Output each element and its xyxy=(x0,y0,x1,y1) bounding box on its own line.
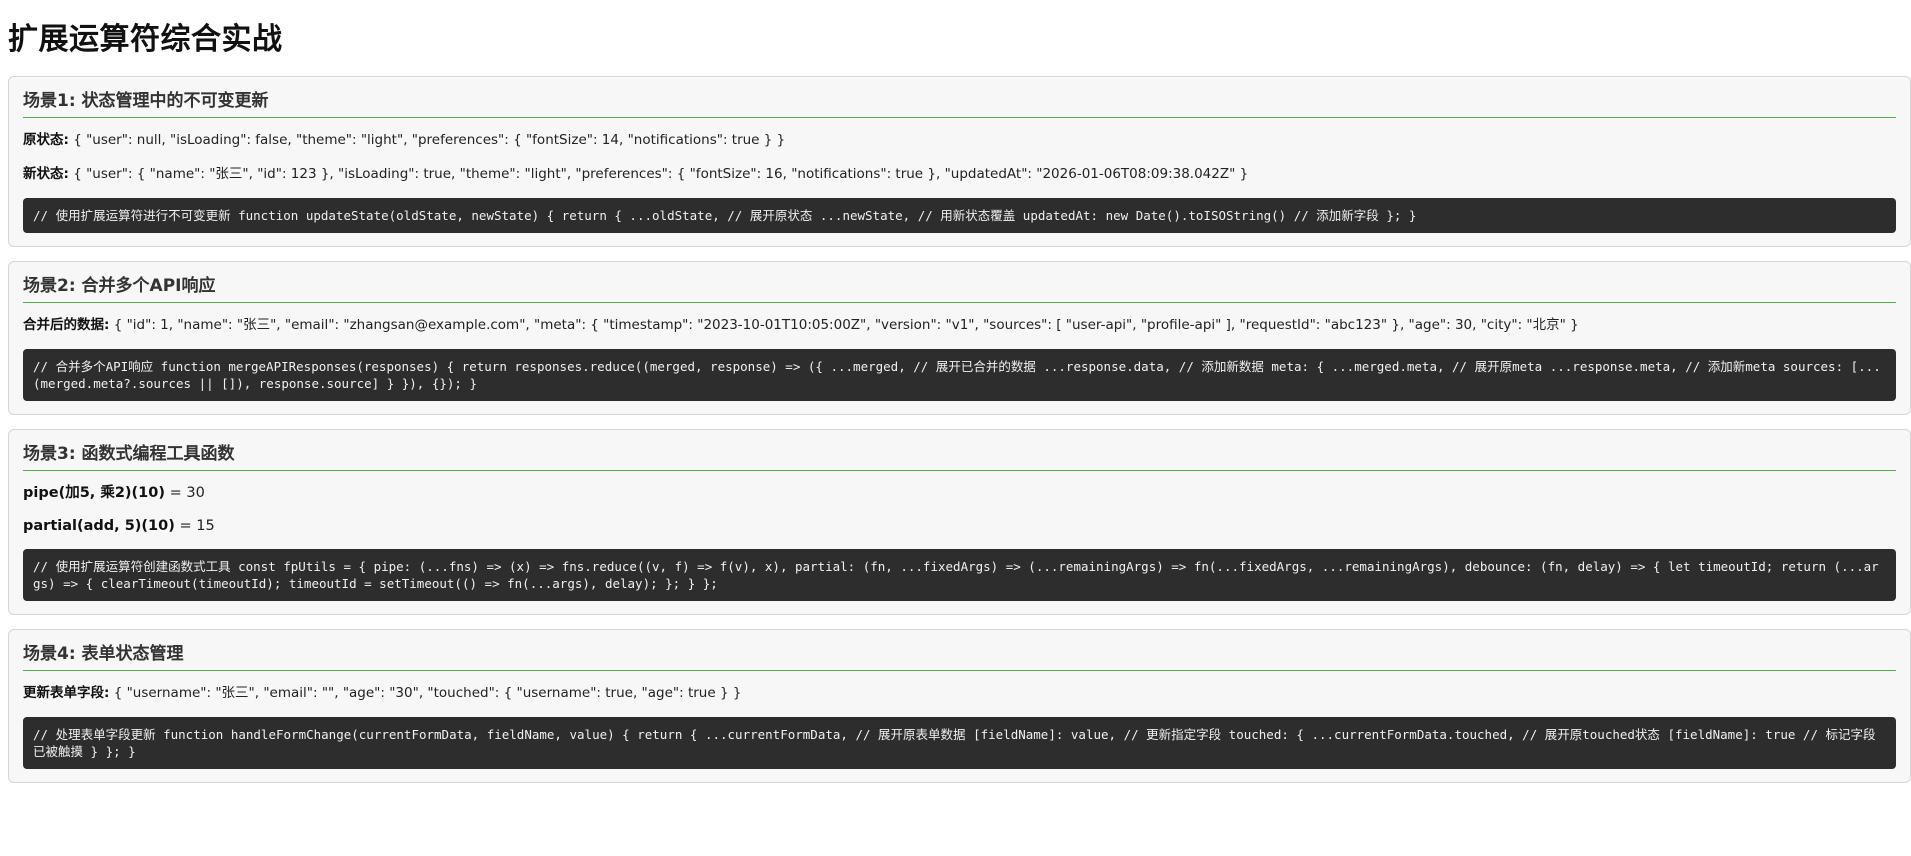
page: 扩展运算符综合实战 场景1: 状态管理中的不可变更新 原状态: { "user"… xyxy=(0,0,1911,856)
merged-data-value: { "id": 1, "name": "张三", "email": "zhang… xyxy=(109,317,1579,333)
new-state-label: 新状态: xyxy=(23,166,69,182)
new-state-row: 新状态: { "user": { "name": "张三", "id": 123… xyxy=(23,164,1896,184)
new-state-value: { "user": { "name": "张三", "id": 123 }, "… xyxy=(68,166,1249,182)
pipe-expression: pipe(加5, 乘2)(10) xyxy=(23,485,165,501)
original-state-value: { "user": null, "isLoading": false, "the… xyxy=(68,132,786,148)
section-title: 场景2: 合并多个API响应 xyxy=(23,274,1896,303)
section-title: 场景1: 状态管理中的不可变更新 xyxy=(23,89,1896,118)
form-update-row: 更新表单字段: { "username": "张三", "email": "",… xyxy=(23,683,1896,703)
code-block: // 合并多个API响应 function mergeAPIResponses(… xyxy=(23,349,1896,401)
code-block: // 使用扩展运算符进行不可变更新 function updateState(o… xyxy=(23,198,1896,233)
pipe-result: = 30 xyxy=(164,485,205,501)
original-state-label: 原状态: xyxy=(23,132,69,148)
page-title: 扩展运算符综合实战 xyxy=(8,22,283,57)
partial-result: = 15 xyxy=(174,518,215,534)
form-update-label: 更新表单字段: xyxy=(23,685,110,701)
code-block: // 处理表单字段更新 function handleFormChange(cu… xyxy=(23,717,1896,769)
partial-result-row: partial(add, 5)(10) = 15 xyxy=(23,516,1896,536)
section-fp-utils: 场景3: 函数式编程工具函数 pipe(加5, 乘2)(10) = 30 par… xyxy=(8,429,1911,615)
merged-data-label: 合并后的数据: xyxy=(23,317,110,333)
section-form-state: 场景4: 表单状态管理 更新表单字段: { "username": "张三", … xyxy=(8,629,1911,783)
section-state-management: 场景1: 状态管理中的不可变更新 原状态: { "user": null, "i… xyxy=(8,76,1911,247)
form-update-value: { "username": "张三", "email": "", "age": … xyxy=(109,685,742,701)
original-state-row: 原状态: { "user": null, "isLoading": false,… xyxy=(23,130,1896,150)
section-title: 场景3: 函数式编程工具函数 xyxy=(23,442,1896,471)
merged-data-row: 合并后的数据: { "id": 1, "name": "张三", "email"… xyxy=(23,315,1896,335)
pipe-result-row: pipe(加5, 乘2)(10) = 30 xyxy=(23,483,1896,503)
section-title: 场景4: 表单状态管理 xyxy=(23,642,1896,671)
code-block: // 使用扩展运算符创建函数式工具 const fpUtils = { pipe… xyxy=(23,549,1896,601)
partial-expression: partial(add, 5)(10) xyxy=(23,518,175,534)
section-merge-api: 场景2: 合并多个API响应 合并后的数据: { "id": 1, "name"… xyxy=(8,261,1911,415)
